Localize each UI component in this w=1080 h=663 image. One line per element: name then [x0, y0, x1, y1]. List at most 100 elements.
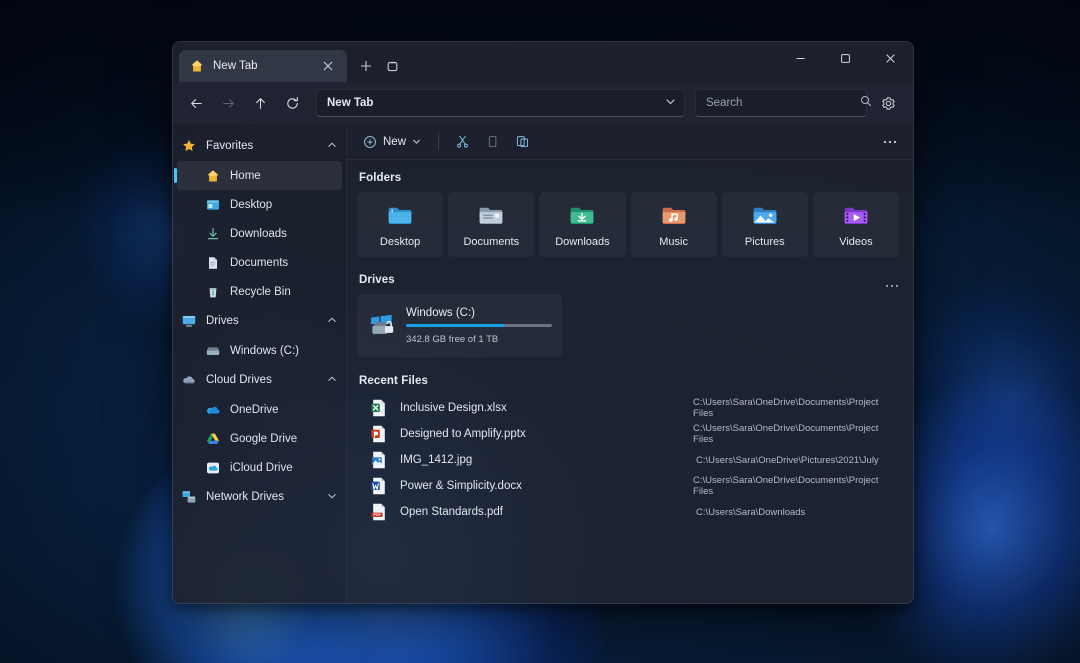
- star-icon: [183, 139, 195, 151]
- recent-file-path: C:\Users\Sara\OneDrive\Documents\Project…: [693, 397, 879, 419]
- powerpoint-icon: [371, 425, 385, 443]
- address-bar-text: New Tab: [327, 97, 374, 109]
- sidebar-item-downloads[interactable]: Downloads: [177, 219, 342, 248]
- address-bar-row: New Tab: [173, 82, 913, 124]
- sidebar-item-desktop[interactable]: Desktop: [177, 190, 342, 219]
- command-separator: [438, 133, 440, 150]
- folders-section-header: Folders: [357, 170, 899, 192]
- new-button[interactable]: New: [355, 128, 429, 155]
- tab-close-icon[interactable]: [317, 55, 339, 77]
- address-dropdown-button[interactable]: [665, 94, 676, 112]
- folder-tile-downloads[interactable]: Downloads: [539, 192, 626, 257]
- folder-tile-music[interactable]: Music: [630, 192, 717, 257]
- sidebar-item-home[interactable]: Home: [174, 161, 342, 190]
- recent-file-path: C:\Users\Sara\OneDrive\Pictures\2021\Jul…: [696, 454, 879, 466]
- command-bar: New: [347, 124, 913, 160]
- folders-grid: Desktop Documents Downloads Music Pictur…: [357, 192, 900, 257]
- folder-tile-pictures[interactable]: Pictures: [721, 192, 808, 257]
- excel-icon: [371, 399, 385, 417]
- back-button[interactable]: [181, 88, 211, 118]
- recycle-bin-icon: [209, 287, 217, 297]
- sidebar-item-label: iCloud Drive: [230, 461, 293, 474]
- settings-button[interactable]: [873, 88, 903, 118]
- recent-file-row[interactable]: IMG_1412.jpg C:\Users\Sara\OneDrive\Pict…: [357, 447, 899, 473]
- folder-tile-label: Desktop: [379, 235, 421, 248]
- nav-group-label: Cloud Drives: [206, 374, 272, 386]
- drive-info: Windows (C:) 342.8 GB free of 1 TB: [406, 307, 552, 345]
- maximize-button[interactable]: [823, 42, 868, 75]
- folder-tile-videos[interactable]: Videos: [812, 192, 900, 257]
- folder-tile-label: Music: [659, 235, 688, 248]
- recent-file-row[interactable]: PDF Open Standards.pdf C:\Users\Sara\Dow…: [357, 499, 899, 525]
- folder-downloads-icon: [571, 207, 594, 224]
- downloads-icon: [207, 227, 219, 239]
- folder-desktop-icon: [388, 207, 412, 224]
- search-input[interactable]: [706, 97, 860, 109]
- sidebar-item-label: Desktop: [230, 198, 273, 211]
- up-button[interactable]: [245, 88, 275, 118]
- chevron-up-icon[interactable]: [327, 374, 337, 387]
- sidebar-item-recycle-bin[interactable]: Recycle Bin: [177, 277, 342, 306]
- chevron-up-icon[interactable]: [327, 140, 337, 153]
- recent-file-name: Power & Simplicity.docx: [400, 480, 522, 492]
- chevron-down-icon: [666, 99, 675, 105]
- word-icon: [371, 477, 385, 495]
- drive-usage-fill: [406, 323, 504, 327]
- forward-button[interactable]: [213, 88, 243, 118]
- recent-file-row[interactable]: Power & Simplicity.docx C:\Users\Sara\On…: [357, 473, 899, 499]
- new-button-label: New: [383, 135, 407, 148]
- recent-file-row[interactable]: Designed to Amplify.pptx C:\Users\Sara\O…: [357, 421, 899, 447]
- command-overflow-button[interactable]: [877, 129, 903, 155]
- sidebar-item-icloud-drive[interactable]: iCloud Drive: [177, 453, 342, 482]
- monitor-icon: [182, 316, 196, 327]
- main-pane: New Folders Desktop Documents Downloads …: [347, 124, 913, 603]
- drive-card-windows-c[interactable]: Windows (C:) 342.8 GB free of 1 TB: [357, 294, 562, 357]
- back-arrow-icon: [190, 98, 202, 108]
- drive-capacity-text: 342.8 GB free of 1 TB: [406, 333, 499, 345]
- folder-tile-documents[interactable]: Documents: [448, 192, 535, 257]
- nav-group-label: Drives: [206, 315, 239, 327]
- refresh-button[interactable]: [277, 88, 307, 118]
- drives-section-header: Drives: [357, 272, 899, 294]
- nav-group-drives[interactable]: Drives: [173, 306, 346, 336]
- desktop-icon: [207, 199, 219, 210]
- folders-title: Folders: [359, 172, 402, 184]
- address-bar[interactable]: New Tab: [316, 89, 685, 117]
- nav-group-favorites[interactable]: Favorites: [173, 131, 346, 161]
- cut-button[interactable]: [448, 128, 476, 155]
- chevron-down-icon[interactable]: [327, 491, 337, 504]
- folder-videos-icon: [844, 207, 868, 224]
- folder-tile-desktop[interactable]: Desktop: [357, 192, 444, 257]
- recent-files-section-header: Recent Files: [357, 373, 899, 395]
- nav-group-network-drives[interactable]: Network Drives: [173, 482, 346, 512]
- plus-icon: [361, 61, 371, 71]
- sidebar-item-label: Home: [230, 169, 261, 182]
- sidebar-item-onedrive[interactable]: OneDrive: [177, 395, 342, 424]
- cloud-icon: [183, 376, 195, 384]
- tab-title: New Tab: [213, 60, 258, 72]
- minimize-button[interactable]: [778, 42, 823, 75]
- close-button[interactable]: [868, 42, 913, 75]
- drive-usage-bar: [406, 323, 552, 327]
- recent-file-name: Designed to Amplify.pptx: [400, 428, 526, 440]
- recent-file-row[interactable]: Inclusive Design.xlsx C:\Users\Sara\OneD…: [357, 395, 899, 421]
- drives-overflow-button[interactable]: [885, 277, 899, 290]
- tab-list-button[interactable]: [381, 55, 403, 77]
- title-bar: New Tab: [173, 42, 913, 82]
- sidebar-item-google-drive[interactable]: Google Drive: [177, 424, 342, 453]
- window-controls: [778, 42, 913, 75]
- tab-new-tab[interactable]: New Tab: [179, 50, 347, 82]
- documents-icon: [209, 256, 217, 269]
- nav-group-cloud-drives[interactable]: Cloud Drives: [173, 365, 346, 395]
- refresh-icon: [286, 96, 298, 109]
- recent-file-name: Inclusive Design.xlsx: [400, 402, 507, 414]
- new-tab-button[interactable]: [355, 55, 377, 77]
- copy-button[interactable]: [478, 128, 506, 155]
- sidebar-item-documents[interactable]: Documents: [177, 248, 342, 277]
- onedrive-icon: [207, 406, 220, 414]
- recent-files-list: Inclusive Design.xlsx C:\Users\Sara\OneD…: [357, 395, 899, 525]
- paste-button[interactable]: [508, 128, 536, 155]
- sidebar-item-windows-c[interactable]: Windows (C:): [177, 336, 342, 365]
- chevron-up-icon[interactable]: [327, 315, 337, 328]
- search-box[interactable]: [695, 89, 872, 117]
